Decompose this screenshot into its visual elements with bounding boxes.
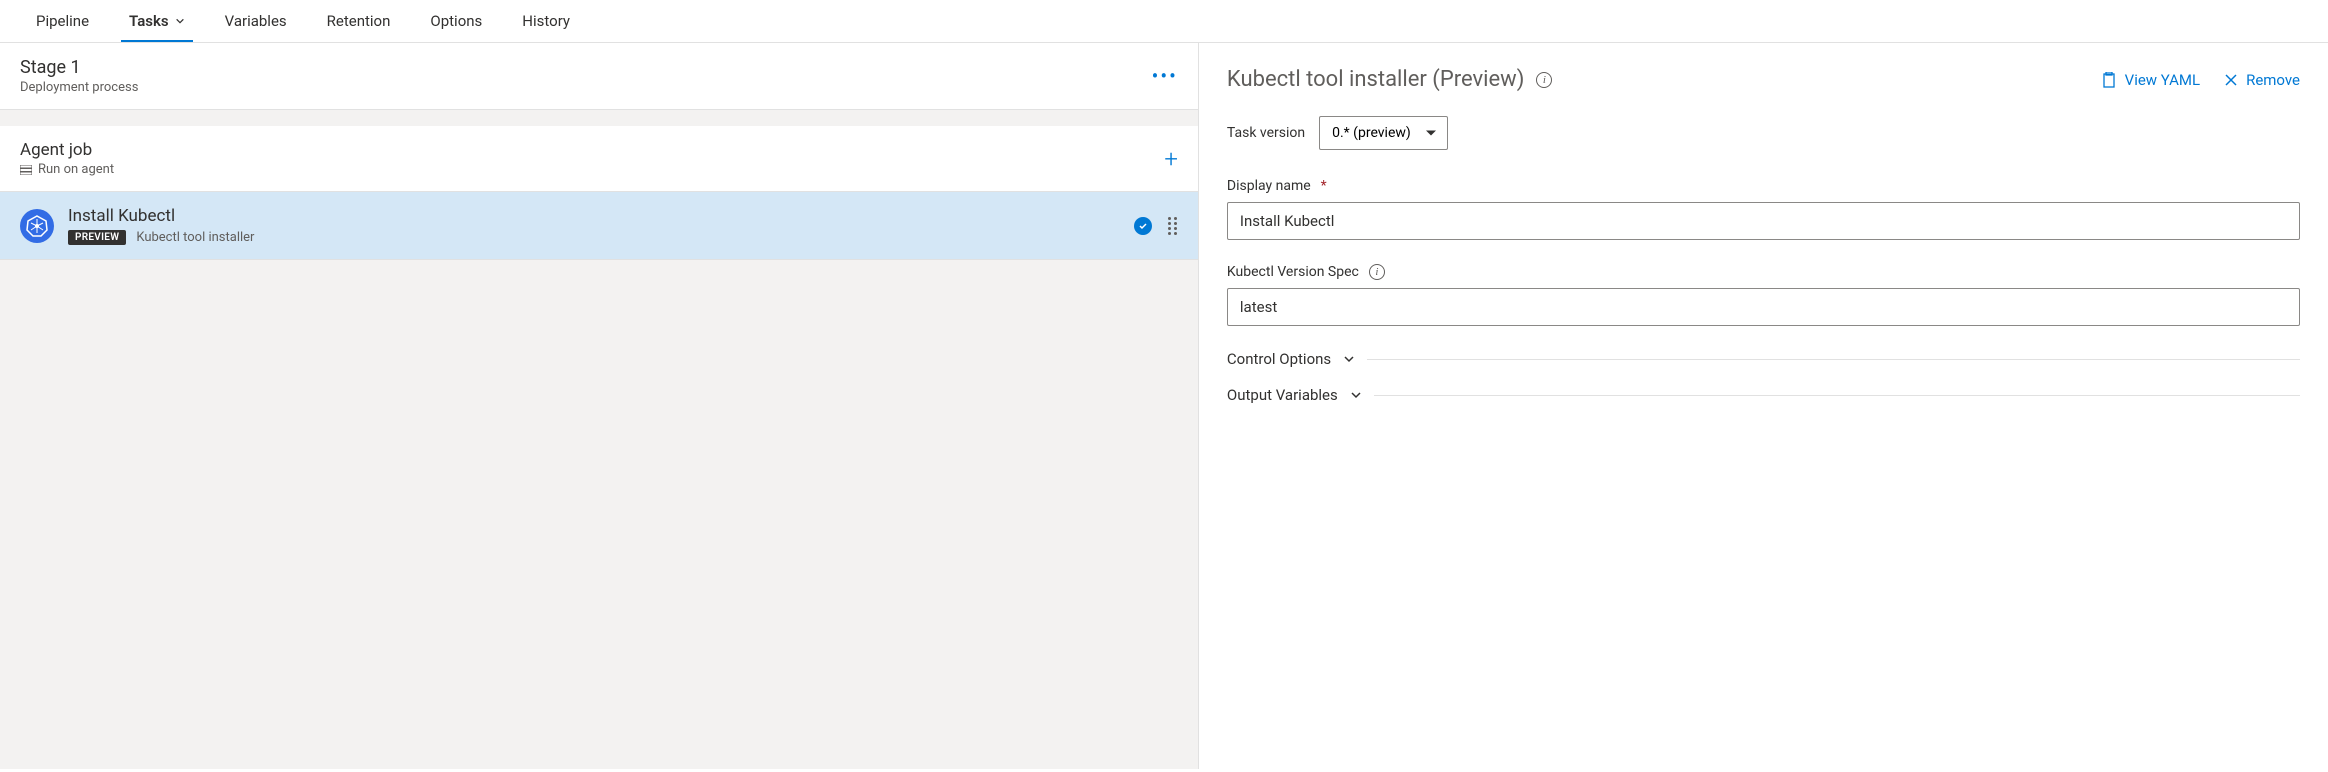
close-icon bbox=[2224, 73, 2238, 87]
view-yaml-button[interactable]: View YAML bbox=[2101, 71, 2200, 89]
detail-header: Kubectl tool installer (Preview) i View … bbox=[1227, 67, 2300, 92]
display-name-label-row: Display name * bbox=[1227, 178, 2300, 194]
tab-tasks[interactable]: Tasks bbox=[109, 0, 205, 42]
chevron-down-icon bbox=[1350, 389, 1362, 401]
task-content: Install Kubectl PREVIEW Kubectl tool ins… bbox=[68, 206, 1120, 245]
task-version-row: Task version 0.* (preview) bbox=[1227, 116, 2300, 150]
detail-title: Kubectl tool installer (Preview) i bbox=[1227, 67, 1552, 92]
tab-tasks-label: Tasks bbox=[129, 12, 169, 30]
task-version-select[interactable]: 0.* (preview) bbox=[1319, 116, 1448, 150]
header-actions: View YAML Remove bbox=[2101, 71, 2300, 89]
left-panel: Stage 1 Deployment process ••• Agent job… bbox=[0, 43, 1199, 769]
display-name-group: Display name * bbox=[1227, 178, 2300, 240]
detail-title-text: Kubectl tool installer (Preview) bbox=[1227, 67, 1524, 92]
version-spec-label-row: Kubectl Version Spec i bbox=[1227, 264, 2300, 280]
stage-subtitle: Deployment process bbox=[20, 80, 138, 95]
display-name-label: Display name bbox=[1227, 178, 1311, 194]
divider bbox=[1374, 395, 2300, 396]
task-meta: PREVIEW Kubectl tool installer bbox=[68, 230, 1120, 245]
required-indicator: * bbox=[1321, 178, 1327, 194]
job-info: Agent job Run on agent bbox=[20, 140, 114, 177]
tab-retention[interactable]: Retention bbox=[307, 0, 411, 42]
display-name-input[interactable] bbox=[1227, 202, 2300, 240]
output-variables-label: Output Variables bbox=[1227, 386, 1338, 404]
version-spec-input[interactable] bbox=[1227, 288, 2300, 326]
tab-pipeline[interactable]: Pipeline bbox=[16, 0, 109, 42]
remove-button[interactable]: Remove bbox=[2224, 71, 2300, 89]
task-title: Install Kubectl bbox=[68, 206, 1120, 226]
stage-info: Stage 1 Deployment process bbox=[20, 57, 138, 95]
output-variables-section[interactable]: Output Variables bbox=[1227, 386, 2300, 404]
tab-options[interactable]: Options bbox=[410, 0, 502, 42]
job-title: Agent job bbox=[20, 140, 114, 160]
tabs-bar: Pipeline Tasks Variables Retention Optio… bbox=[0, 0, 2328, 43]
chevron-down-icon bbox=[175, 16, 185, 26]
task-version-select-wrapper: 0.* (preview) bbox=[1319, 116, 1448, 150]
stage-title: Stage 1 bbox=[20, 57, 138, 78]
control-options-label: Control Options bbox=[1227, 350, 1331, 368]
drag-handle-icon[interactable] bbox=[1168, 217, 1178, 235]
remove-label: Remove bbox=[2246, 71, 2300, 89]
preview-badge: PREVIEW bbox=[68, 230, 126, 245]
chevron-down-icon bbox=[1343, 353, 1355, 365]
main-container: Stage 1 Deployment process ••• Agent job… bbox=[0, 43, 2328, 769]
divider bbox=[1367, 359, 2300, 360]
check-icon bbox=[1134, 217, 1152, 235]
job-subtitle: Run on agent bbox=[20, 162, 114, 177]
info-icon[interactable]: i bbox=[1369, 264, 1385, 280]
stage-header[interactable]: Stage 1 Deployment process ••• bbox=[0, 43, 1198, 110]
task-subtitle: Kubectl tool installer bbox=[136, 230, 254, 245]
server-icon bbox=[20, 165, 32, 175]
view-yaml-label: View YAML bbox=[2125, 71, 2200, 89]
clipboard-icon bbox=[2101, 72, 2117, 88]
version-spec-label: Kubectl Version Spec bbox=[1227, 264, 1359, 280]
task-actions bbox=[1134, 217, 1178, 235]
tab-variables[interactable]: Variables bbox=[205, 0, 307, 42]
job-subtitle-text: Run on agent bbox=[38, 162, 114, 177]
kubernetes-icon bbox=[20, 209, 54, 243]
task-row[interactable]: Install Kubectl PREVIEW Kubectl tool ins… bbox=[0, 192, 1198, 260]
control-options-section[interactable]: Control Options bbox=[1227, 350, 2300, 368]
tab-history[interactable]: History bbox=[502, 0, 590, 42]
more-icon[interactable]: ••• bbox=[1152, 64, 1178, 88]
add-task-icon[interactable]: + bbox=[1164, 145, 1178, 173]
task-version-label: Task version bbox=[1227, 125, 1305, 141]
version-spec-group: Kubectl Version Spec i bbox=[1227, 264, 2300, 326]
info-icon[interactable]: i bbox=[1536, 72, 1552, 88]
job-row[interactable]: Agent job Run on agent + bbox=[0, 126, 1198, 192]
right-panel: Kubectl tool installer (Preview) i View … bbox=[1199, 43, 2328, 769]
